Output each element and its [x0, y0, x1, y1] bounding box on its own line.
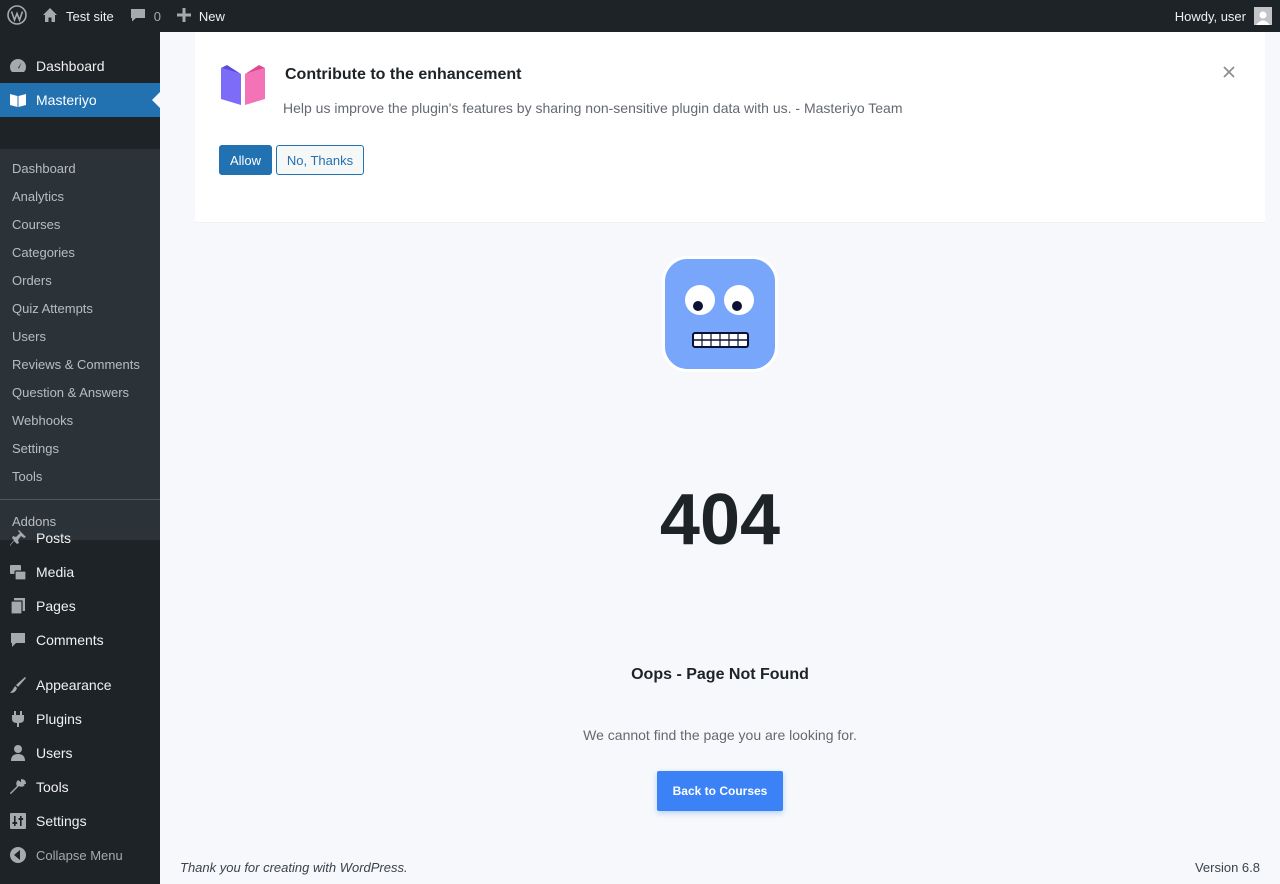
plus-icon: [176, 7, 199, 25]
collapse-menu-button[interactable]: Collapse Menu: [0, 838, 160, 872]
menu-posts[interactable]: Posts: [0, 521, 160, 555]
error-title: Oops - Page Not Found: [631, 666, 809, 683]
home-icon: [42, 7, 66, 26]
submenu-item-categories[interactable]: Categories: [12, 244, 75, 262]
notice-title: Contribute to the enhancement: [285, 66, 522, 83]
pushpin-icon: [0, 529, 36, 547]
menu-comments[interactable]: Comments: [0, 623, 160, 657]
submenu-item-reviews[interactable]: Reviews & Comments: [12, 356, 140, 374]
submenu-item-settings[interactable]: Settings: [12, 440, 59, 458]
back-to-courses-button[interactable]: Back to Courses: [657, 771, 783, 811]
comments-count: 0: [153, 8, 161, 24]
submenu-item-orders[interactable]: Orders: [12, 272, 52, 290]
menu-dashboard[interactable]: Dashboard: [0, 49, 160, 83]
dashboard-gauge-icon: [0, 57, 36, 75]
allow-button[interactable]: Allow: [219, 145, 272, 175]
my-account-menu[interactable]: Howdy, user: [1167, 0, 1280, 32]
settings-sliders-icon: [0, 812, 36, 830]
wrench-icon: [0, 778, 36, 796]
contribute-notice: Contribute to the enhancement Help us im…: [195, 32, 1265, 223]
submenu-item-webhooks[interactable]: Webhooks: [12, 412, 73, 430]
site-name-link[interactable]: Test site: [34, 0, 122, 32]
menu-label: Appearance: [36, 677, 112, 693]
plugin-icon: [0, 710, 36, 728]
masteriyo-submenu: Dashboard Analytics Courses Categories O…: [0, 149, 160, 540]
menu-masteriyo[interactable]: Masteriyo: [0, 83, 160, 117]
comments-icon: [0, 631, 36, 649]
paintbrush-icon: [0, 676, 36, 694]
new-label: New: [198, 8, 225, 24]
submenu-item-tools[interactable]: Tools: [12, 468, 42, 486]
menu-label: Comments: [36, 632, 104, 648]
menu-pages[interactable]: Pages: [0, 589, 160, 623]
collapse-menu-label: Collapse Menu: [36, 847, 123, 863]
user-icon: [0, 744, 36, 762]
media-icon: [0, 563, 36, 581]
submenu-item-courses[interactable]: Courses: [12, 216, 60, 234]
menu-tools[interactable]: Tools: [0, 770, 160, 804]
menu-label: Posts: [36, 530, 72, 546]
menu-label: Masteriyo: [36, 92, 97, 108]
menu-label: Tools: [36, 779, 69, 795]
error-code: 404: [659, 480, 781, 560]
masteriyo-book-icon: [0, 92, 36, 108]
menu-label: Settings: [36, 813, 87, 829]
submenu-divider: [0, 499, 160, 500]
submenu-item-question-answers[interactable]: Question & Answers: [12, 384, 129, 402]
close-icon[interactable]: [1221, 64, 1237, 80]
menu-plugins[interactable]: Plugins: [0, 702, 160, 736]
menu-users[interactable]: Users: [0, 736, 160, 770]
admin-bar: Test site 0 New Howdy, user: [0, 0, 1280, 32]
submenu-item-quiz-attempts[interactable]: Quiz Attempts: [12, 300, 93, 318]
avatar-icon: [1254, 7, 1272, 25]
howdy-label: Howdy, user: [1174, 8, 1246, 24]
menu-label: Plugins: [36, 711, 82, 727]
submenu-item-users[interactable]: Users: [12, 328, 46, 346]
submenu-item-analytics[interactable]: Analytics: [12, 188, 64, 206]
footer-thanks: Thank you for creating with WordPress.: [180, 860, 408, 875]
wordpress-link[interactable]: WordPress: [340, 860, 404, 875]
footer-version: Version 6.8: [1194, 860, 1260, 875]
robot-face-illustration: [662, 256, 778, 375]
admin-sidebar: Dashboard Masteriyo Dashboard Analytics …: [0, 32, 160, 884]
pages-icon: [0, 597, 36, 615]
wordpress-logo-menu[interactable]: [0, 0, 34, 32]
wordpress-logo-icon: [7, 4, 27, 28]
menu-appearance[interactable]: Appearance: [0, 668, 160, 702]
footer-thanks-prefix: Thank you for creating with: [180, 860, 340, 875]
site-name-label: Test site: [66, 8, 114, 24]
error-message: We cannot find the page you are looking …: [583, 727, 857, 743]
collapse-arrow-icon: [0, 846, 36, 864]
notice-text: Help us improve the plugin's features by…: [283, 100, 903, 116]
menu-label: Users: [36, 745, 73, 761]
masteriyo-logo-icon: [219, 64, 267, 109]
footer-thanks-suffix: .: [404, 860, 408, 875]
menu-media[interactable]: Media: [0, 555, 160, 589]
comments-link[interactable]: 0: [122, 0, 169, 32]
menu-label: Media: [36, 564, 75, 580]
comment-bubble-icon: [130, 7, 154, 26]
no-thanks-button[interactable]: No, Thanks: [276, 145, 364, 175]
submenu-item-dashboard[interactable]: Dashboard: [12, 160, 76, 178]
new-content-link[interactable]: New: [169, 0, 233, 32]
menu-label: Pages: [36, 598, 76, 614]
menu-settings[interactable]: Settings: [0, 804, 160, 838]
menu-label: Dashboard: [36, 58, 105, 74]
